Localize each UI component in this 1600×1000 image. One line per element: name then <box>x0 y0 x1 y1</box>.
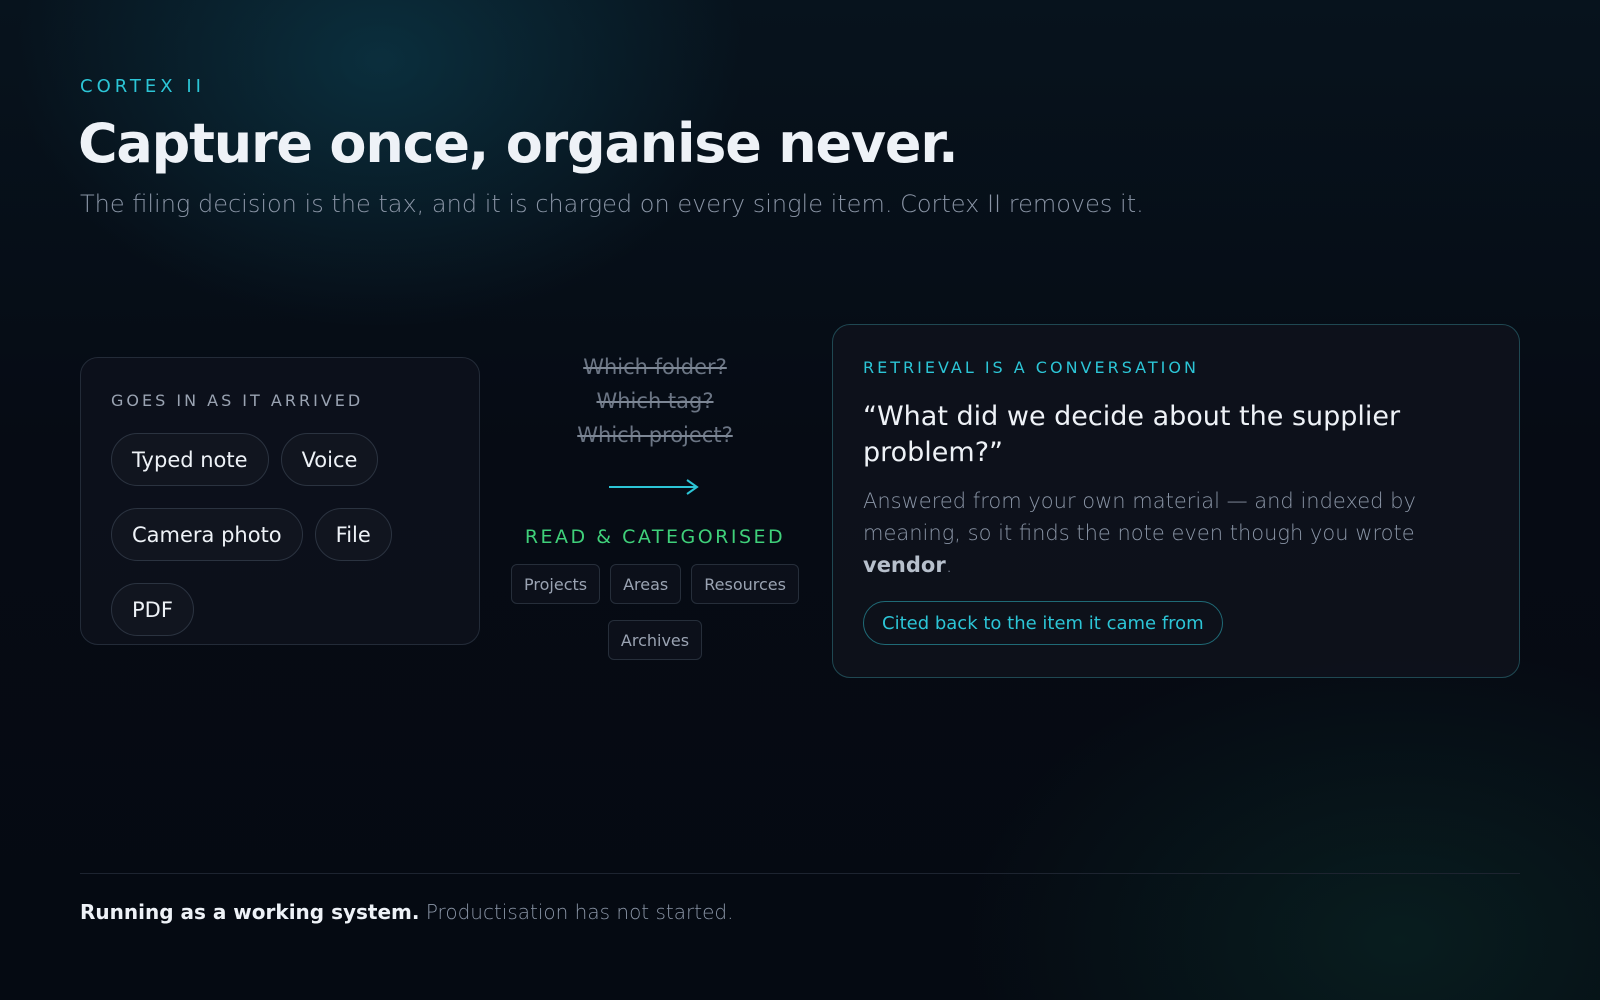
arrow-right-icon <box>609 479 699 495</box>
eyebrow-label: CORTEX II <box>80 76 205 97</box>
answer-text: Answered from your own material — and in… <box>863 489 1416 545</box>
tag-resources: Resources <box>691 564 799 604</box>
footer-divider <box>80 873 1520 874</box>
retrieval-card: RETRIEVAL IS A CONVERSATION “What did we… <box>832 324 1520 678</box>
footer-status-muted: Productisation has not started. <box>425 900 734 924</box>
tag-projects: Projects <box>511 564 601 604</box>
chip-camera-photo: Camera photo <box>111 508 303 561</box>
struck-question-project: Which project? <box>577 423 733 447</box>
category-tag-list: Projects Areas Resources Archives <box>500 564 810 660</box>
footer-status: Running as a working system. Productisat… <box>80 900 733 924</box>
read-categorised-label: READ & CATEGORISED <box>524 526 786 548</box>
slide: CORTEX II Capture once, organise never. … <box>0 0 1600 1000</box>
input-chip-list: Typed note Voice Camera photo File PDF <box>111 433 451 636</box>
struck-question-tag: Which tag? <box>596 389 714 413</box>
categorisation-column: Which folder? Which tag? Which project? … <box>500 350 810 660</box>
input-card-label: GOES IN AS IT ARRIVED <box>111 391 364 410</box>
tag-archives: Archives <box>607 620 703 660</box>
retrieval-card-label: RETRIEVAL IS A CONVERSATION <box>863 358 1199 377</box>
answer-end: . <box>945 553 953 577</box>
footer-status-strong: Running as a working system. <box>80 900 420 924</box>
tag-areas: Areas <box>610 564 682 604</box>
answer-description: Answered from your own material — and in… <box>863 485 1463 581</box>
struck-question-folder: Which folder? <box>583 355 727 379</box>
example-question: “What did we decide about the supplier p… <box>863 401 1401 468</box>
page-title: Capture once, organise never. <box>78 112 959 175</box>
input-card: GOES IN AS IT ARRIVED Typed note Voice C… <box>80 357 480 645</box>
page-subtitle: The filing decision is the tax, and it i… <box>80 190 1144 218</box>
answer-emphasis: vendor <box>863 553 946 577</box>
chip-voice: Voice <box>280 433 379 486</box>
chip-file: File <box>314 508 392 561</box>
citation-badge: Cited back to the item it came from <box>863 601 1223 645</box>
chip-pdf: PDF <box>111 583 194 636</box>
chip-typed-note: Typed note <box>111 433 269 486</box>
